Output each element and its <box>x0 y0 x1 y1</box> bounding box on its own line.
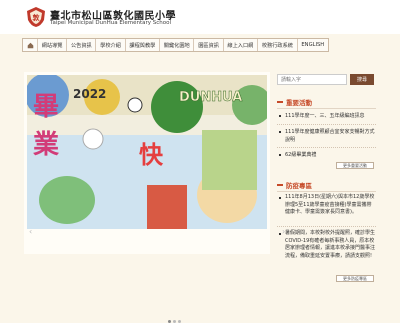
banner-carousel[interactable]: 畢 業 2022 DUNHUA 快 ‹ › <box>24 72 285 323</box>
main-nav: 網站導覽 公告資訊 學校介紹 課程與教學 關鍵化園地 園區資訊 線上入口網 校務… <box>22 38 329 52</box>
epidemic-item[interactable]: 暑假期間，本校對校外提醒照，確診學生COVID-19有確者每新事務人員，原本校居… <box>285 230 376 260</box>
more-important-button[interactable]: 更多重要活動 <box>336 162 374 169</box>
banner-char-2: 業 <box>33 130 59 160</box>
bullet <box>279 197 281 199</box>
nav-item-admin[interactable]: 校務行政系統 <box>258 39 298 51</box>
divider <box>277 191 376 192</box>
divider <box>277 124 376 125</box>
search-button[interactable]: 搜尋 <box>350 74 374 85</box>
important-item[interactable]: 62級畢業典禮 <box>285 151 375 159</box>
home-icon <box>27 42 33 48</box>
carousel-prev-icon[interactable]: ‹ <box>29 227 32 236</box>
nav-item-about[interactable]: 學校介紹 <box>96 39 126 51</box>
search-input[interactable] <box>277 74 347 85</box>
section-marker <box>277 184 283 186</box>
home-button[interactable] <box>23 39 38 51</box>
divider <box>277 147 376 148</box>
nav-item-garden[interactable]: 關鍵化園地 <box>160 39 195 51</box>
nav-item-campus[interactable]: 園區資訊 <box>194 39 224 51</box>
banner-school-name: DUNHUA <box>179 90 242 105</box>
graduation-banner-image: 畢 業 2022 DUNHUA 快 <box>27 75 267 229</box>
nav-item-english[interactable]: ENGLISH <box>298 39 328 51</box>
divider <box>277 108 376 109</box>
epidemic-title: 防疫專區 <box>286 182 312 190</box>
more-epidemic-button[interactable]: 更多防疫專區 <box>336 275 374 282</box>
important-activities-title: 重要活動 <box>286 99 312 107</box>
nav-item-curriculum[interactable]: 課程與教學 <box>126 39 161 51</box>
header: 敦 臺北市松山區敦化國民小學 Taipei Municipal DunHua E… <box>0 0 400 34</box>
svg-text:敦: 敦 <box>33 13 41 22</box>
nav-item-sitemap[interactable]: 網站導覽 <box>38 39 68 51</box>
bullet <box>279 233 281 235</box>
banner-char-1: 畢 <box>33 92 59 122</box>
epidemic-item[interactable]: 111年8月13日(星期六)與本市12歲學校辦理5至11歲學童疫苗接種(學童需攜… <box>285 194 376 217</box>
banner-year: 2022 <box>73 87 106 101</box>
important-item[interactable]: 111學年度健康照顧合宜安家支暢對方式說明 <box>285 128 375 144</box>
nav-item-announcements[interactable]: 公告資訊 <box>67 39 97 51</box>
nav-item-portal[interactable]: 線上入口網 <box>224 39 259 51</box>
site-subtitle: Taipei Municipal DunHua Elementary Schoo… <box>50 20 172 26</box>
section-marker <box>277 101 283 103</box>
divider <box>277 226 376 227</box>
banner-char-3: 快 <box>139 141 164 169</box>
bullet <box>279 115 281 117</box>
school-logo-icon[interactable]: 敦 <box>25 6 47 28</box>
important-item[interactable]: 111學年度一、三、五年級編班訊息 <box>285 112 375 120</box>
bullet <box>279 154 281 156</box>
bullet <box>279 131 281 133</box>
